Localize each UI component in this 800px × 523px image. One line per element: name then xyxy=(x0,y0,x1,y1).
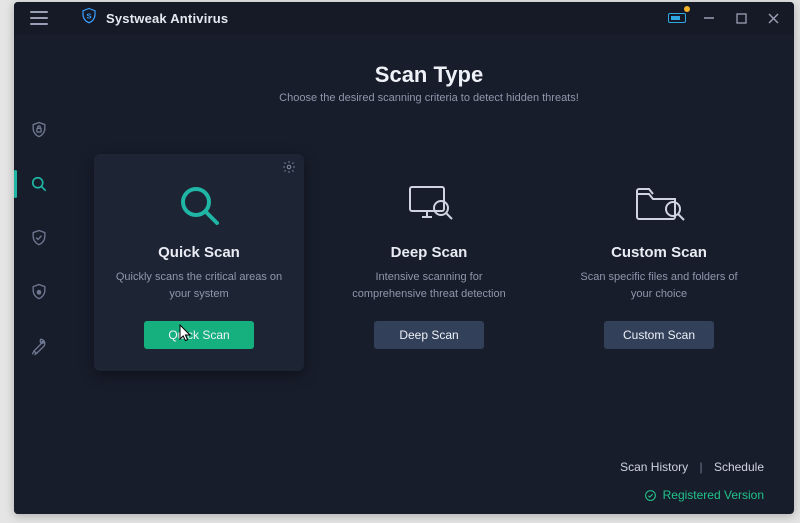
magnifier-icon xyxy=(175,176,223,234)
card-title: Deep Scan xyxy=(391,244,468,261)
card-desc: Intensive scanning for comprehensive thr… xyxy=(342,269,516,303)
sidebar-item-web[interactable]: e xyxy=(14,274,64,310)
separator: | xyxy=(699,460,702,474)
brand-logo-icon: S xyxy=(80,7,98,30)
registered-label: Registered Version xyxy=(663,488,764,502)
maximize-button[interactable] xyxy=(730,7,752,29)
close-button[interactable] xyxy=(762,7,784,29)
page-title: Scan Type xyxy=(94,62,764,88)
card-desc: Scan specific files and folders of your … xyxy=(572,269,746,303)
app-title: Systweak Antivirus xyxy=(106,11,228,26)
app-window: S Systweak Antivirus xyxy=(14,2,794,514)
card-desc: Quickly scans the critical areas on your… xyxy=(112,269,286,303)
sidebar-item-status[interactable] xyxy=(14,112,64,148)
card-quick-scan: Quick Scan Quickly scans the critical ar… xyxy=(94,154,304,371)
quick-scan-button[interactable]: Quick Scan xyxy=(144,321,254,349)
scan-cards: Quick Scan Quickly scans the critical ar… xyxy=(94,154,764,371)
body: e Scan Type Choose the desired scanning … xyxy=(14,34,794,514)
notifications-icon[interactable] xyxy=(666,7,688,29)
registered-status: Registered Version xyxy=(644,488,764,502)
minimize-button[interactable] xyxy=(698,7,720,29)
svg-text:S: S xyxy=(86,11,91,20)
page-subtitle: Choose the desired scanning criteria to … xyxy=(94,92,764,104)
sidebar-item-protection[interactable] xyxy=(14,220,64,256)
sidebar-item-scan[interactable] xyxy=(14,166,64,202)
titlebar: S Systweak Antivirus xyxy=(14,2,794,34)
card-deep-scan: Deep Scan Intensive scanning for compreh… xyxy=(324,154,534,371)
footer-links: Scan History | Schedule xyxy=(620,460,764,474)
monitor-scan-icon xyxy=(404,176,454,234)
svg-text:e: e xyxy=(37,289,41,296)
menu-button[interactable] xyxy=(14,2,64,34)
window-controls xyxy=(666,7,788,29)
sidebar-item-optimize[interactable] xyxy=(14,328,64,364)
card-title: Quick Scan xyxy=(158,244,240,261)
scan-history-link[interactable]: Scan History xyxy=(620,460,688,474)
schedule-link[interactable]: Schedule xyxy=(714,460,764,474)
quick-scan-settings-icon[interactable] xyxy=(282,160,296,179)
custom-scan-button[interactable]: Custom Scan xyxy=(604,321,714,349)
sidebar: e xyxy=(14,34,64,514)
brand: S Systweak Antivirus xyxy=(64,7,228,30)
main-content: Scan Type Choose the desired scanning cr… xyxy=(64,34,794,514)
card-title: Custom Scan xyxy=(611,244,707,261)
check-circle-icon xyxy=(644,489,657,502)
folder-scan-icon xyxy=(633,176,685,234)
card-custom-scan: Custom Scan Scan specific files and fold… xyxy=(554,154,764,371)
deep-scan-button[interactable]: Deep Scan xyxy=(374,321,484,349)
